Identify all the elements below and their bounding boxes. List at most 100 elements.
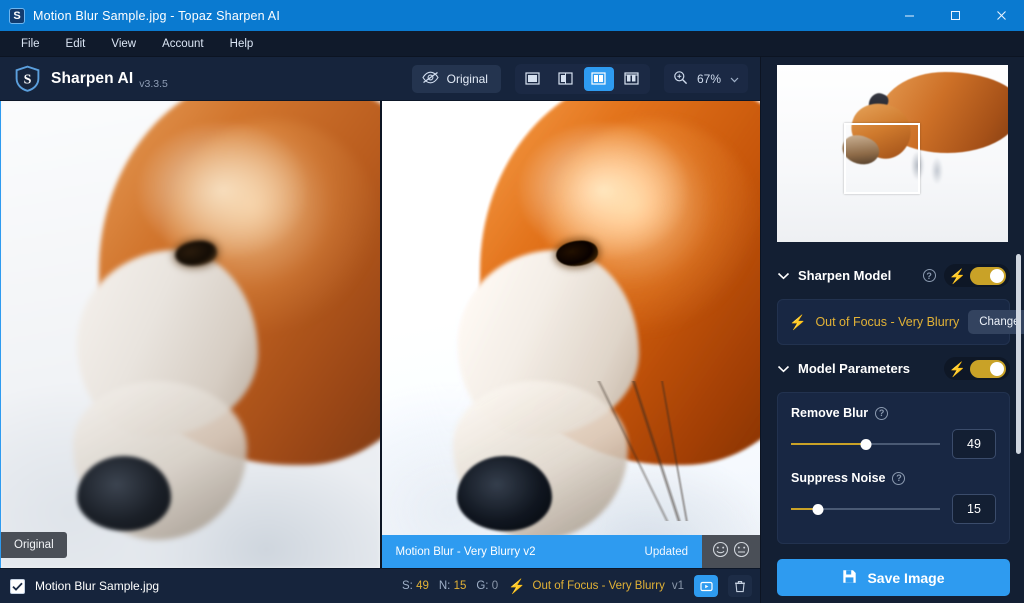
- panel-scrollbar[interactable]: [1016, 254, 1021, 454]
- menu-bar: File Edit View Account Help: [0, 31, 1024, 57]
- model-parameters-card: Remove Blur ? 49: [777, 392, 1010, 544]
- sharpen-model-toggle[interactable]: ⚡: [944, 264, 1010, 287]
- brand: S Sharpen AI v3.3.5: [14, 65, 168, 92]
- preview-video-icon[interactable]: [694, 575, 718, 597]
- processed-photo: [382, 101, 761, 568]
- menu-item-view[interactable]: View: [98, 34, 149, 54]
- menu-item-edit[interactable]: Edit: [53, 34, 99, 54]
- slider-handle[interactable]: [860, 439, 871, 450]
- feedback-buttons: [702, 535, 760, 568]
- eye-off-icon: [422, 71, 439, 87]
- save-image-button[interactable]: Save Image: [777, 559, 1010, 596]
- smiley-face-icon[interactable]: [712, 541, 729, 563]
- magnifier-plus-icon: [673, 70, 688, 88]
- help-icon[interactable]: ?: [892, 472, 905, 485]
- lightning-bolt-icon: ⚡: [789, 315, 806, 329]
- section-title: Sharpen Model: [798, 268, 915, 283]
- parameter-label: Suppress Noise: [791, 471, 885, 485]
- window-controls: [886, 0, 1024, 31]
- process-model-label: Motion Blur - Very Blurry v2: [396, 546, 536, 558]
- chevron-down-icon[interactable]: [777, 267, 790, 285]
- chevron-down-icon: [730, 72, 739, 86]
- viewport-rectangle[interactable]: [844, 123, 920, 194]
- section-model-parameters[interactable]: Model Parameters ⚡: [761, 345, 1024, 392]
- checkmark-icon: [12, 582, 23, 591]
- menu-item-help[interactable]: Help: [217, 34, 267, 54]
- section-title: Model Parameters: [798, 361, 936, 376]
- save-image-label: Save Image: [867, 570, 944, 586]
- view-mode-group: [515, 64, 650, 94]
- status-model-name: Out of Focus - Very Blurry: [533, 580, 665, 592]
- status-bar: Motion Blur Sample.jpg S: 49 N: 15 G: 0 …: [0, 568, 760, 603]
- zoom-control[interactable]: 67%: [664, 64, 748, 93]
- main-body: S Sharpen AI v3.3.5: [0, 57, 1024, 603]
- section-sharpen-model[interactable]: Sharpen Model ? ⚡: [761, 252, 1024, 299]
- help-icon[interactable]: ?: [875, 407, 888, 420]
- model-row: ⚡ Out of Focus - Very Blurry Change: [789, 310, 998, 334]
- split-pane-icon[interactable]: [551, 67, 581, 91]
- process-label-bar: Motion Blur - Very Blurry v2 Updated: [382, 535, 703, 568]
- original-image-pane[interactable]: Original: [1, 101, 380, 568]
- model-parameters-toggle[interactable]: ⚡: [944, 357, 1010, 380]
- file-checkbox[interactable]: [10, 579, 25, 594]
- maximize-button[interactable]: [932, 0, 978, 31]
- minimize-button[interactable]: [886, 0, 932, 31]
- toggle-original-button[interactable]: Original: [412, 65, 501, 93]
- menu-item-account[interactable]: Account: [149, 34, 217, 54]
- side-by-side-icon[interactable]: [584, 67, 614, 91]
- close-button[interactable]: [978, 0, 1024, 31]
- image-canvas: Original Motion B: [0, 101, 760, 568]
- stat-grain: G: 0: [476, 580, 498, 592]
- process-status-text: Updated: [645, 546, 688, 558]
- status-model-version: v1: [672, 580, 684, 592]
- suppress-noise-slider[interactable]: [791, 503, 940, 515]
- grid-pane-icon[interactable]: [617, 67, 647, 91]
- brand-version: v3.3.5: [139, 78, 168, 92]
- stat-sharpen: S: 49: [402, 580, 429, 592]
- parameter-remove-blur: Remove Blur ? 49: [789, 403, 998, 468]
- selected-model-name: Out of Focus - Very Blurry: [815, 315, 959, 329]
- original-label: Original: [447, 72, 488, 86]
- processed-image-pane[interactable]: Motion Blur - Very Blurry v2 Updated: [380, 101, 761, 568]
- lightning-bolt-icon: ⚡: [949, 362, 966, 376]
- shield-s-icon: S: [14, 65, 41, 92]
- right-panel: Sharpen Model ? ⚡ ⚡ Out of Focus - Very …: [760, 57, 1024, 603]
- remove-blur-slider[interactable]: [791, 438, 940, 450]
- title-bar: S Motion Blur Sample.jpg - Topaz Sharpen…: [0, 0, 1024, 31]
- svg-text:S: S: [24, 72, 32, 87]
- toolbar: S Sharpen AI v3.3.5: [0, 57, 760, 101]
- parameter-label: Remove Blur: [791, 406, 868, 420]
- app-window: S Motion Blur Sample.jpg - Topaz Sharpen…: [0, 0, 1024, 603]
- status-model-tag: ⚡ Out of Focus - Very Blurry v1: [508, 579, 684, 593]
- lightning-bolt-icon: ⚡: [949, 269, 966, 283]
- brand-name: Sharpen AI: [51, 70, 133, 88]
- navigator-panel: [761, 57, 1024, 252]
- app-logo-icon: S: [9, 8, 25, 24]
- sharpen-model-card: ⚡ Out of Focus - Very Blurry Change: [777, 299, 1010, 345]
- window-title: Motion Blur Sample.jpg - Topaz Sharpen A…: [33, 9, 280, 23]
- panel-sections: Sharpen Model ? ⚡ ⚡ Out of Focus - Very …: [761, 252, 1024, 552]
- suppress-noise-value[interactable]: 15: [952, 494, 996, 524]
- workspace: S Sharpen AI v3.3.5: [0, 57, 760, 603]
- slider-handle[interactable]: [812, 504, 823, 515]
- status-filename: Motion Blur Sample.jpg: [35, 579, 392, 593]
- save-bar: Save Image: [761, 552, 1024, 603]
- neutral-face-icon[interactable]: [733, 541, 750, 563]
- save-disk-icon: [842, 569, 857, 587]
- original-pane-tag: Original: [1, 532, 67, 558]
- help-icon[interactable]: ?: [923, 269, 936, 282]
- lightning-bolt-icon: ⚡: [508, 579, 525, 593]
- chevron-down-icon[interactable]: [777, 360, 790, 378]
- zoom-level-value: 67%: [697, 72, 721, 86]
- parameter-suppress-noise: Suppress Noise ? 15: [789, 468, 998, 533]
- toolbar-controls: Original: [412, 64, 748, 94]
- single-pane-icon[interactable]: [518, 67, 548, 91]
- original-photo: [1, 101, 380, 568]
- menu-item-file[interactable]: File: [8, 34, 53, 54]
- remove-blur-value[interactable]: 49: [952, 429, 996, 459]
- stat-noise: N: 15: [439, 580, 467, 592]
- trash-icon[interactable]: [728, 575, 752, 597]
- section-select[interactable]: Select ? On: [761, 544, 1024, 552]
- navigator-thumbnail[interactable]: [777, 65, 1008, 242]
- process-status-bar: Motion Blur - Very Blurry v2 Updated: [382, 535, 761, 568]
